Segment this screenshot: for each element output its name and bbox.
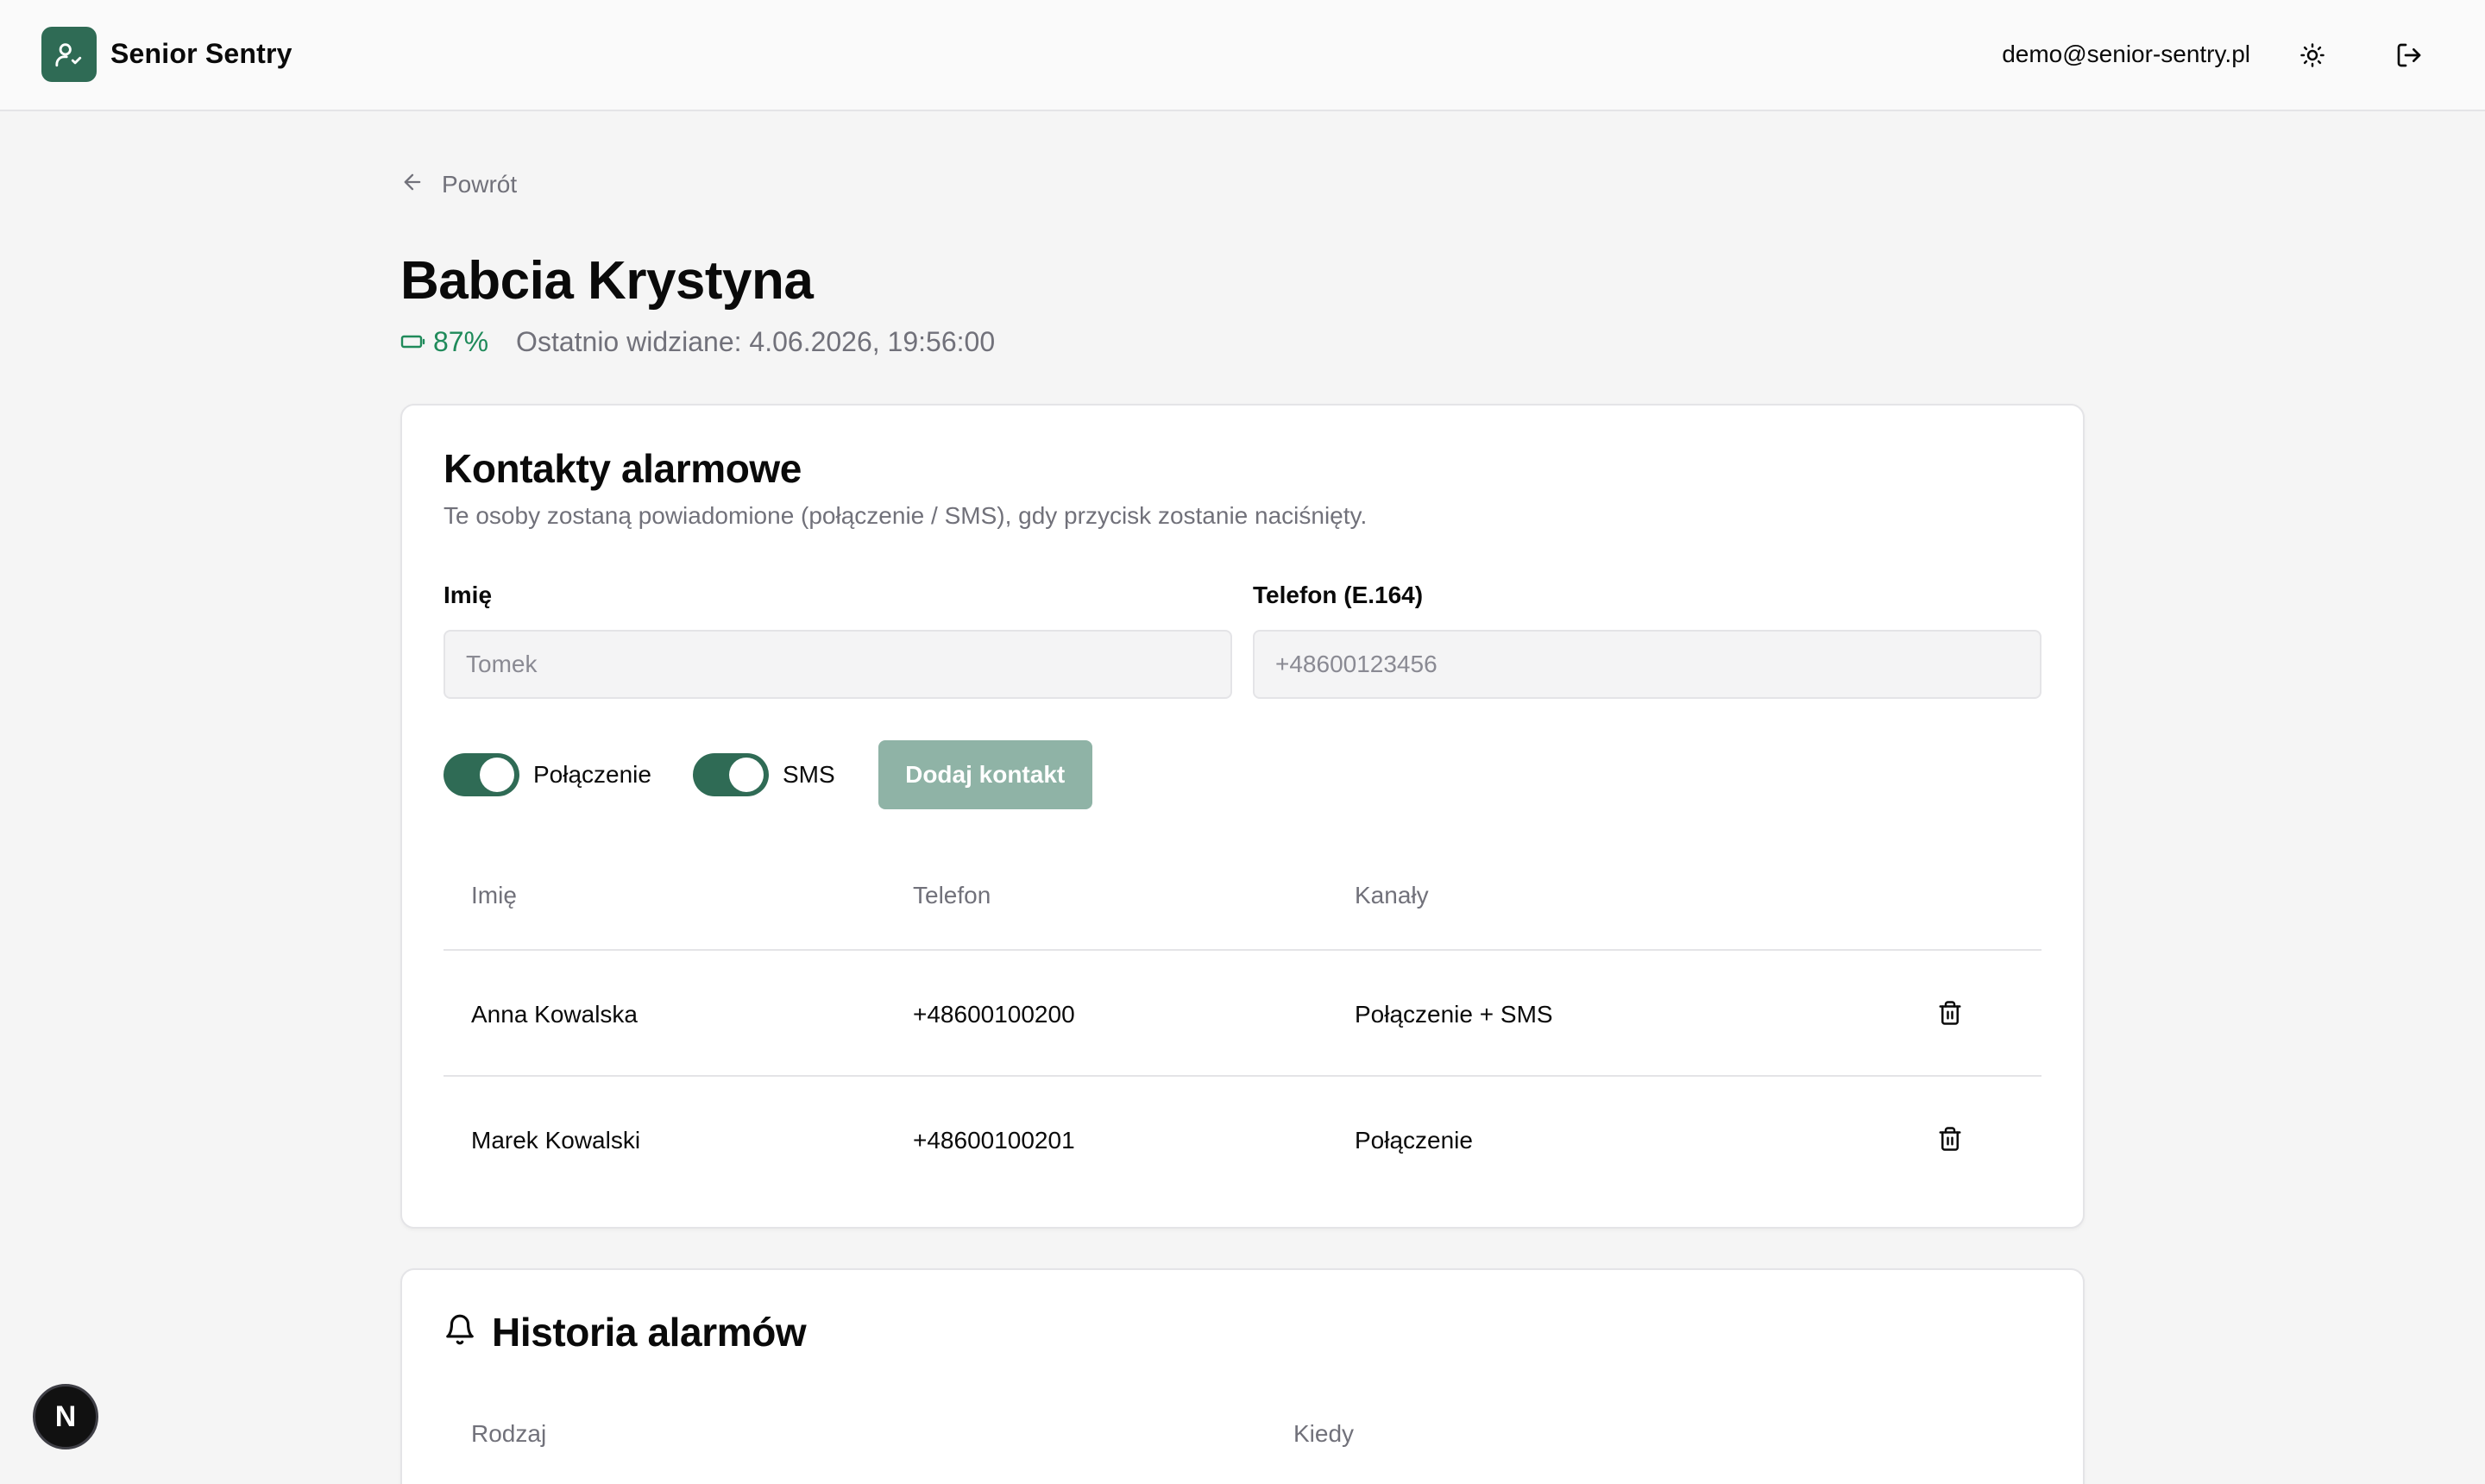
sms-toggle-label: SMS [782,761,835,788]
last-seen: Ostatnio widziane: 4.06.2026, 19:56:00 [516,325,996,357]
contact-phone: +48600100200 [913,1001,1075,1028]
channel-toggles: Połączenie SMS Dodaj kontakt [444,740,1092,809]
phone-field-label: Telefon (E.164) [1253,582,1424,608]
logo-icon[interactable] [41,27,97,82]
table-row: Anna Kowalska +48600100200 Połączenie + … [444,951,2041,1077]
bell-icon [444,1309,476,1355]
user-email: demo@senior-sentry.pl [2002,41,2250,67]
sun-icon[interactable] [2295,38,2330,72]
column-header-channels: Kanały [1355,882,1429,909]
contact-name: Marek Kowalski [471,1127,641,1154]
column-header-name: Imię [471,882,517,909]
battery-level: 87% [433,325,489,357]
call-toggle[interactable] [444,753,519,796]
contact-channels: Połączenie + SMS [1355,1001,1553,1028]
contacts-description: Te osoby zostaną powiadomione (połączeni… [444,502,1368,529]
name-field-label: Imię [444,582,493,608]
call-toggle-label: Połączenie [533,761,651,788]
history-card: Historia alarmów Rodzaj Kiedy [400,1268,2085,1484]
brand-name[interactable]: Senior Sentry [110,38,293,70]
history-heading: Historia alarmów [444,1306,807,1358]
name-input[interactable] [444,630,1232,699]
column-header-when: Kiedy [1293,1420,1355,1447]
senior-meta: 87% Ostatnio widziane: 4.06.2026, 19:56:… [400,324,995,359]
column-header-phone: Telefon [913,882,991,909]
page-title: Babcia Krystyna [400,251,814,311]
contact-channels: Połączenie [1355,1127,1473,1154]
toggle-knob [480,758,514,792]
back-link[interactable]: Powrót [400,169,517,200]
dev-tools-badge[interactable]: N [33,1384,98,1449]
toggle-knob [728,758,764,792]
phone-input[interactable] [1253,630,2041,699]
battery-status: 87% [400,326,488,358]
trash-icon[interactable] [1933,1122,1967,1156]
contacts-table: Imię Telefon Kanały Anna Kowalska +48600… [444,844,2041,1203]
back-label: Powrót [442,171,518,198]
contacts-card: Kontakty alarmowe Te osoby zostaną powia… [400,404,2085,1229]
trash-icon[interactable] [1933,996,1967,1030]
table-header: Rodzaj Kiedy [444,1382,2041,1484]
add-contact-button[interactable]: Dodaj kontakt [878,740,1092,809]
contact-phone: +48600100201 [913,1127,1075,1154]
app-header: Senior Sentry demo@senior-sentry.pl [0,0,2485,111]
arrow-left-icon [400,170,425,200]
table-row: Marek Kowalski +48600100201 Połączenie [444,1077,2041,1203]
battery-icon [400,326,426,358]
contact-name: Anna Kowalska [471,1001,639,1028]
column-header-type: Rodzaj [471,1420,547,1447]
history-title: Historia alarmów [492,1310,807,1355]
history-table: Rodzaj Kiedy [444,1382,2041,1484]
sms-toggle[interactable] [692,753,769,796]
logout-icon[interactable] [2392,38,2426,72]
contacts-title: Kontakty alarmowe [444,446,802,491]
table-header: Imię Telefon Kanały [444,844,2041,951]
